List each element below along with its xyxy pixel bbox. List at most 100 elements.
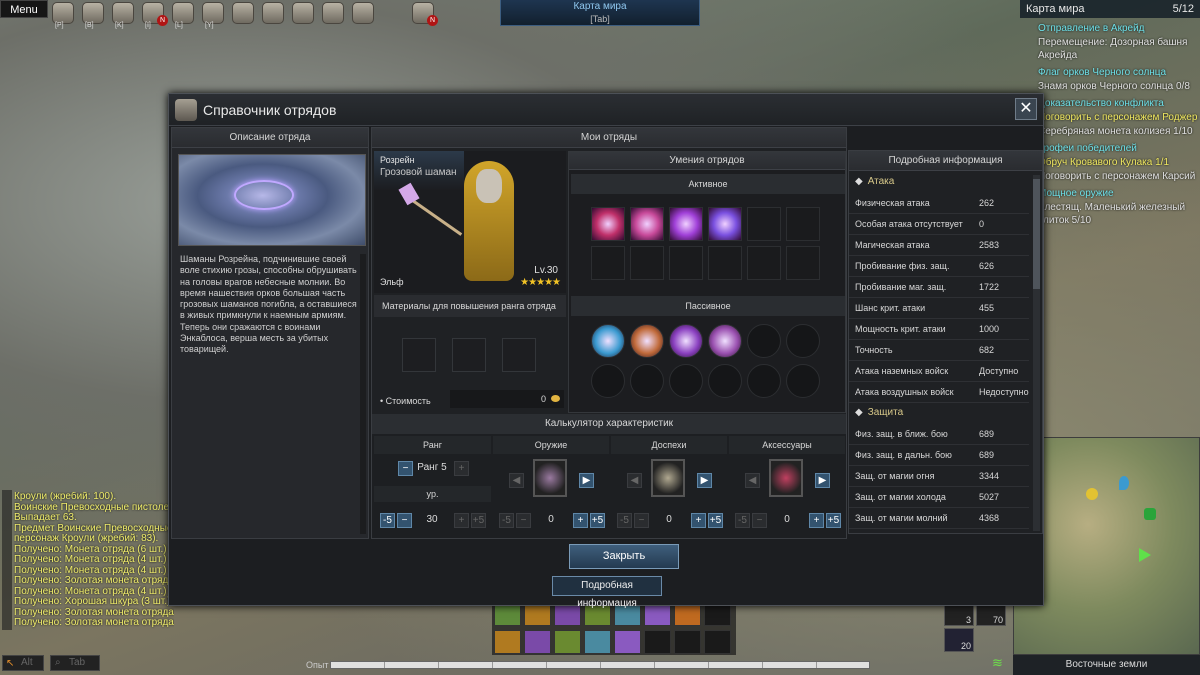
hotbar-slot[interactable] bbox=[584, 630, 611, 654]
potion-slot[interactable]: 20 bbox=[944, 628, 974, 652]
chat-scrollbar[interactable] bbox=[2, 490, 12, 630]
hotkey-label: [L] bbox=[175, 22, 183, 29]
active-skill-icon[interactable] bbox=[708, 207, 742, 241]
chat-line: Получено: Монета отряда (4 шт.) bbox=[14, 554, 167, 565]
potion-slot[interactable]: 70 bbox=[976, 604, 1006, 626]
cost-label-text: Стоимость bbox=[385, 396, 431, 406]
active-skill-icon[interactable] bbox=[630, 207, 664, 241]
quest-entry[interactable]: Отправление в Акрейд bbox=[1020, 18, 1200, 35]
stat-row: Пробивание физ. защ. 626 bbox=[849, 256, 1029, 277]
hotbar-slot[interactable] bbox=[614, 630, 641, 654]
accessory-prev-button[interactable]: ◀ bbox=[745, 473, 760, 488]
skills-panel: Умения отрядов Активное Пассивное bbox=[568, 151, 846, 413]
stat-value: 626 bbox=[979, 261, 995, 271]
active-skill-icon[interactable] bbox=[591, 207, 625, 241]
book-icon[interactable] bbox=[112, 2, 134, 24]
armor-next-button[interactable]: ▶ bbox=[697, 473, 712, 488]
stat-value: 3344 bbox=[979, 471, 1000, 481]
star-icon: ★ bbox=[544, 277, 553, 288]
empty-skill-slot bbox=[747, 246, 781, 280]
armor-prev-button[interactable]: ◀ bbox=[627, 473, 642, 488]
passive-skill-icon[interactable] bbox=[669, 324, 703, 358]
potion-slot[interactable]: 3 bbox=[944, 604, 974, 626]
description-text: Шаманы Розрейна, подчинившие своей воле … bbox=[180, 254, 357, 355]
weapon-next-button[interactable]: ▶ bbox=[579, 473, 594, 488]
world-map-title: Карта мира bbox=[573, 1, 627, 12]
chat-log: Кроули (жребий: 100). Воинские Превосходн… bbox=[14, 492, 174, 629]
quest-entry[interactable]: Трофеи победителей bbox=[1020, 138, 1200, 155]
stat-label: Физ. защ. в ближ. бою bbox=[855, 429, 948, 439]
level-plus5-button[interactable]: +5 bbox=[471, 513, 486, 528]
accessory-next-button[interactable]: ▶ bbox=[815, 473, 830, 488]
accessory-plus5-button[interactable]: +5 bbox=[826, 513, 841, 528]
stat-label: Защ. от магии огня bbox=[855, 471, 935, 481]
weapon-increase-button[interactable]: + bbox=[573, 513, 588, 528]
letter-icon[interactable] bbox=[352, 2, 374, 24]
shop-icon[interactable] bbox=[262, 2, 284, 24]
stat-label: Атака наземных войск bbox=[855, 366, 949, 376]
details-scrollbar[interactable] bbox=[1033, 175, 1040, 531]
hotbar-slot[interactable] bbox=[524, 630, 551, 654]
close-icon[interactable]: ✕ bbox=[1015, 98, 1037, 120]
armor-item-icon[interactable] bbox=[651, 459, 685, 497]
description-scrollbar[interactable] bbox=[360, 254, 366, 534]
weapon-plus5-button[interactable]: +5 bbox=[590, 513, 605, 528]
world-map-tab[interactable]: Карта мира [Tab] bbox=[500, 0, 700, 26]
close-button[interactable]: Закрыть bbox=[569, 544, 679, 569]
active-skill-icon[interactable] bbox=[669, 207, 703, 241]
level-minus5-button[interactable]: -5 bbox=[380, 513, 395, 528]
armor-minus5-button[interactable]: -5 bbox=[617, 513, 632, 528]
flag-icon[interactable] bbox=[82, 2, 104, 24]
accessory-item-icon[interactable] bbox=[769, 459, 803, 497]
scroll-icon[interactable] bbox=[172, 2, 194, 24]
passive-skill-icon[interactable] bbox=[591, 324, 625, 358]
map-marker-icon bbox=[1119, 476, 1129, 490]
hotbar-slot[interactable] bbox=[704, 630, 731, 654]
material-slot[interactable] bbox=[502, 338, 536, 372]
accessory-increase-button[interactable]: + bbox=[809, 513, 824, 528]
weapon-minus5-button[interactable]: -5 bbox=[499, 513, 514, 528]
my-units-panel: Мои отряды Розрейн Грозовой шаман Эльф L… bbox=[371, 127, 847, 539]
quest-marker-icon bbox=[1086, 488, 1098, 500]
rank-increase-button[interactable]: + bbox=[454, 461, 469, 476]
unit-card[interactable]: Розрейн Грозовой шаман Эльф Lv.30 ★★★★★ bbox=[374, 151, 566, 293]
menu-button[interactable]: Menu bbox=[0, 0, 48, 18]
accessory-minus5-button[interactable]: -5 bbox=[735, 513, 750, 528]
weapon-item-icon[interactable] bbox=[533, 459, 567, 497]
help-icon[interactable] bbox=[202, 2, 224, 24]
gift-icon[interactable] bbox=[292, 2, 314, 24]
armor-increase-button[interactable]: + bbox=[691, 513, 706, 528]
hotbar-slot[interactable] bbox=[554, 630, 581, 654]
passive-skill-icon[interactable] bbox=[630, 324, 664, 358]
hotbar-slot[interactable] bbox=[494, 630, 521, 654]
passive-skill-icon[interactable] bbox=[708, 324, 742, 358]
exp-fill bbox=[330, 661, 870, 669]
hotbar-slot[interactable] bbox=[644, 630, 671, 654]
empty-skill-slot bbox=[747, 324, 781, 358]
quest-entry[interactable]: Флаг орков Черного солнца bbox=[1020, 62, 1200, 79]
stat-row: Защ. от магии огня 3344 bbox=[849, 466, 1029, 487]
alt-hotkey[interactable]: ↖ Alt bbox=[2, 655, 44, 671]
accessory-level-value: 0 bbox=[784, 514, 790, 525]
weapon-level-value: 0 bbox=[548, 514, 554, 525]
stat-row: Мощность крит. атаки 1000 bbox=[849, 319, 1029, 340]
armor-plus5-button[interactable]: +5 bbox=[708, 513, 723, 528]
potion-slots: 3 70 20 bbox=[944, 604, 1010, 654]
weapon-prev-button[interactable]: ◀ bbox=[509, 473, 524, 488]
stat-row: Точность 682 bbox=[849, 340, 1029, 361]
gold-coin-icon bbox=[551, 395, 560, 402]
helmet-icon[interactable] bbox=[52, 2, 74, 24]
bag-icon[interactable]: N bbox=[142, 2, 168, 26]
mount-icon[interactable]: N bbox=[412, 2, 438, 26]
chest-icon[interactable] bbox=[232, 2, 254, 24]
swords-icon[interactable] bbox=[322, 2, 344, 24]
top-toolbar: [P] [B] [K] N [I] [L] [Y] N bbox=[52, 0, 442, 30]
quest-entry[interactable]: Мощное оружие bbox=[1020, 183, 1200, 200]
material-slot[interactable] bbox=[402, 338, 436, 372]
level-increase-button[interactable]: + bbox=[454, 513, 469, 528]
hotbar-slot[interactable] bbox=[674, 630, 701, 654]
unit-race: Эльф bbox=[380, 277, 404, 287]
tab-hotkey[interactable]: ⌕ Tab bbox=[50, 655, 100, 671]
quest-entry[interactable]: Доказательство конфликта bbox=[1020, 93, 1200, 110]
material-slot[interactable] bbox=[452, 338, 486, 372]
